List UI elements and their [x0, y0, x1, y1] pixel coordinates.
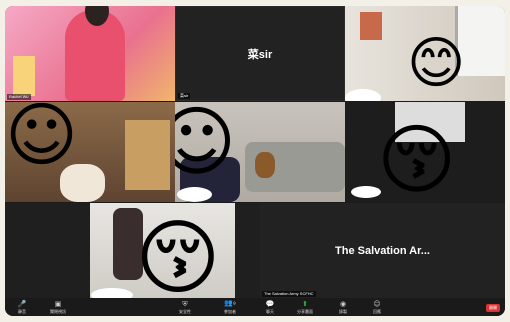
video-tile-8[interactable]: The Salvation Ar... The Salvation Army S…: [260, 203, 505, 298]
shield-icon: ⛨: [182, 300, 188, 308]
mute-button[interactable]: 🎤 靜音: [7, 300, 37, 315]
smile-icon: ☺: [373, 300, 381, 308]
record-icon: ◉: [339, 300, 347, 308]
kissing-emoji-icon: 😚: [135, 211, 221, 299]
video-tile-5[interactable]: ☺: [175, 102, 345, 202]
smiling-emoji-icon: 😊: [407, 31, 466, 96]
meeting-window: Rachel Wu 菜sir 菜sir 😊 ☺ ☺ 😚 😚 The Salvat: [5, 6, 505, 316]
reactions-button[interactable]: ☺ 回應: [362, 300, 392, 315]
wall-poster: [360, 12, 382, 40]
meeting-toolbar: 🎤 靜音 ▣ 關閉視訊 ⛨ 安全性 👥9 參加者 💬 聊天 ⬆ 分享畫面 ◉ 錄…: [5, 298, 505, 316]
record-button[interactable]: ◉ 錄製: [328, 300, 358, 315]
chat-button[interactable]: 💬 聊天: [255, 300, 285, 315]
video-tile-6[interactable]: 😚: [345, 102, 505, 202]
blur-patch: [177, 187, 212, 202]
blur-patch: [345, 89, 381, 101]
teddy-bear: [255, 152, 275, 178]
share-screen-button[interactable]: ⬆ 分享畫面: [290, 300, 320, 315]
bookshelf: [125, 120, 170, 190]
blushing-emoji-icon: ☺: [175, 102, 237, 186]
video-tile-7[interactable]: 😚: [5, 203, 260, 298]
leave-button[interactable]: 離開: [486, 304, 500, 312]
video-button[interactable]: ▣ 關閉視訊: [43, 300, 73, 315]
participant-display-name: 菜sir: [247, 48, 273, 61]
video-tile-4[interactable]: ☺: [5, 102, 175, 202]
participant-name-tag: The Salvation Army SCFHC: [262, 291, 316, 297]
participant-name-tag: Rachel Wu: [7, 94, 31, 100]
video-tile-3[interactable]: 😊: [345, 6, 505, 101]
blushing-emoji-icon: ☺: [5, 102, 78, 176]
participants-count: 9: [233, 301, 236, 306]
camera-icon: ▣: [54, 300, 62, 308]
participants-button[interactable]: 👥9 參加者: [215, 299, 245, 315]
people-icon: 👥9: [224, 299, 236, 307]
participant-name-tag: 菜sir: [178, 93, 191, 99]
video-tile-2[interactable]: 菜sir 菜sir: [175, 6, 345, 101]
participant-display-name: The Salvation Ar...: [335, 244, 430, 257]
kissing-emoji-icon: 😚: [377, 115, 457, 202]
shelf: [13, 56, 35, 96]
share-screen-icon: ⬆: [302, 300, 308, 308]
chat-icon: 💬: [265, 300, 275, 308]
security-button[interactable]: ⛨ 安全性: [170, 300, 200, 315]
mic-icon: 🎤: [17, 300, 27, 308]
video-tile-1[interactable]: Rachel Wu: [5, 6, 175, 101]
blur-patch: [91, 288, 133, 298]
